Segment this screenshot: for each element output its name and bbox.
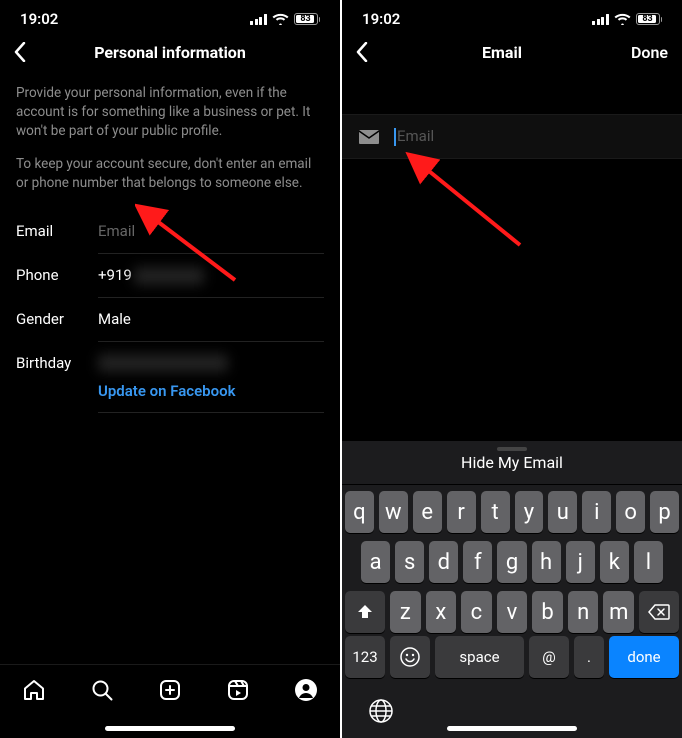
gender-value: Male — [98, 310, 324, 328]
key-i[interactable]: i — [582, 491, 611, 533]
phone-value: +919 — [98, 266, 324, 285]
key-x[interactable]: x — [426, 591, 457, 633]
key-q[interactable]: q — [345, 491, 374, 533]
keyboard-row-2: a s d f g h j k l — [345, 541, 679, 583]
key-done[interactable]: done — [609, 636, 679, 678]
tab-create[interactable] — [157, 677, 183, 703]
wifi-icon — [614, 13, 631, 25]
status-indicators: 83 — [250, 13, 320, 25]
email-input[interactable]: Email — [386, 115, 666, 158]
key-e[interactable]: e — [413, 491, 442, 533]
keyboard-row-1: q w e r t y u i o p — [345, 491, 679, 533]
keyboard-row-3: z x c v b n m — [345, 591, 679, 633]
keyboard-row-bottom: 123 space @ . done — [342, 636, 682, 684]
status-bar: 19:02 83 — [342, 0, 682, 32]
key-o[interactable]: o — [616, 491, 645, 533]
home-indicator[interactable] — [105, 726, 235, 731]
email-value-placeholder: Email — [98, 222, 324, 240]
tab-search[interactable] — [89, 677, 115, 703]
globe-icon[interactable] — [368, 698, 394, 724]
key-dot[interactable]: . — [574, 636, 604, 678]
keyboard-footer — [342, 684, 682, 738]
key-k[interactable]: k — [600, 541, 629, 583]
row-birthday[interactable]: Birthday Update on Facebook — [0, 342, 340, 413]
key-h[interactable]: h — [532, 541, 561, 583]
key-g[interactable]: g — [497, 541, 526, 583]
status-time: 19:02 — [20, 10, 58, 28]
key-j[interactable]: j — [566, 541, 595, 583]
phone-right: 19:02 83 Email Done Email — [342, 0, 682, 738]
tab-home[interactable] — [21, 677, 47, 703]
cellular-signal-icon — [250, 14, 267, 25]
row-email[interactable]: Email Email — [0, 210, 340, 254]
status-time: 19:02 — [362, 10, 400, 28]
keyboard-handle-icon[interactable] — [497, 447, 527, 451]
status-bar: 19:02 83 — [0, 0, 340, 32]
update-facebook-link[interactable]: Update on Facebook — [98, 372, 324, 400]
info-paragraph-2: To keep your account secure, don't enter… — [0, 141, 340, 203]
keyboard-suggestion-bar[interactable]: Hide My Email — [342, 441, 682, 485]
email-placeholder: Email — [397, 127, 434, 145]
phone-left: 19:02 83 Personal information Provide yo… — [0, 0, 340, 738]
key-at[interactable]: @ — [529, 636, 569, 678]
key-a[interactable]: a — [361, 541, 390, 583]
key-u[interactable]: u — [548, 491, 577, 533]
row-phone[interactable]: Phone +919 — [0, 254, 340, 298]
key-n[interactable]: n — [568, 591, 599, 633]
done-button[interactable]: Done — [618, 43, 668, 62]
phone-label: Phone — [16, 254, 98, 298]
tab-profile[interactable] — [293, 677, 319, 703]
suggestion-hide-my-email[interactable]: Hide My Email — [461, 453, 563, 472]
key-backspace[interactable] — [639, 591, 679, 633]
key-m[interactable]: m — [603, 591, 634, 633]
key-w[interactable]: w — [379, 491, 408, 533]
key-c[interactable]: c — [461, 591, 492, 633]
email-label: Email — [16, 210, 98, 254]
wifi-icon — [272, 13, 289, 25]
birthday-label: Birthday — [16, 342, 98, 413]
key-shift[interactable] — [345, 591, 385, 633]
keyboard: Hide My Email q w e r t y u i o p a s d … — [342, 441, 682, 738]
mail-icon — [358, 129, 386, 145]
key-s[interactable]: s — [395, 541, 424, 583]
key-l[interactable]: l — [634, 541, 663, 583]
key-p[interactable]: p — [650, 491, 679, 533]
back-button[interactable] — [356, 42, 386, 62]
battery-icon: 83 — [294, 13, 321, 25]
row-gender[interactable]: Gender Male — [0, 298, 340, 342]
info-paragraph-1: Provide your personal information, even … — [0, 72, 340, 141]
status-indicators: 83 — [592, 13, 662, 25]
key-y[interactable]: y — [515, 491, 544, 533]
cellular-signal-icon — [592, 14, 609, 25]
key-b[interactable]: b — [532, 591, 563, 633]
key-space[interactable]: space — [435, 636, 524, 678]
key-v[interactable]: v — [497, 591, 528, 633]
key-z[interactable]: z — [390, 591, 421, 633]
nav-header: Personal information — [0, 32, 340, 72]
back-button[interactable] — [14, 42, 44, 62]
form: Email Email Phone +919 Gender Male Birth… — [0, 202, 340, 413]
key-d[interactable]: d — [429, 541, 458, 583]
home-indicator[interactable] — [447, 726, 577, 731]
page-title: Personal information — [44, 43, 296, 62]
gender-label: Gender — [16, 298, 98, 342]
nav-header: Email Done — [342, 32, 682, 72]
key-f[interactable]: f — [463, 541, 492, 583]
page-title: Email — [386, 43, 618, 62]
key-emoji[interactable] — [390, 636, 430, 678]
email-input-row[interactable]: Email — [342, 114, 682, 159]
tab-reels[interactable] — [225, 677, 251, 703]
key-r[interactable]: r — [447, 491, 476, 533]
key-numbers[interactable]: 123 — [345, 636, 385, 678]
battery-icon: 83 — [636, 13, 663, 25]
key-t[interactable]: t — [481, 491, 510, 533]
birthday-value-redacted — [98, 354, 228, 372]
annotation-arrow-icon — [402, 147, 532, 257]
